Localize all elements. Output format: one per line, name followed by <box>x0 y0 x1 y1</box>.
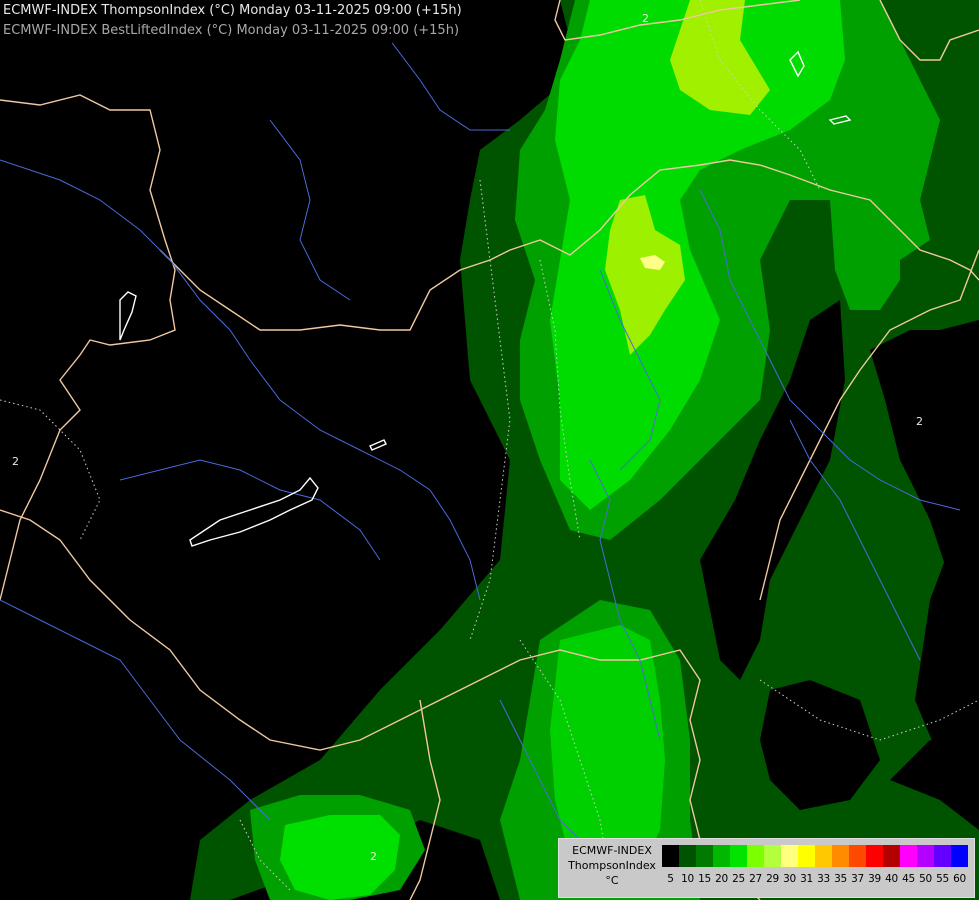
legend-tick: 37 <box>851 873 864 885</box>
legend-tick: 35 <box>834 873 847 885</box>
title-line-2: ECMWF-INDEX BestLiftedIndex (°C) Monday … <box>3 23 460 38</box>
legend-tick: 40 <box>885 873 898 885</box>
contour-label-3: 2 <box>370 850 377 863</box>
legend-swatch <box>747 845 764 867</box>
legend-tick: 60 <box>953 873 966 885</box>
legend-line-1: ECMWF-INDEX <box>572 844 652 857</box>
legend-swatch <box>917 845 934 867</box>
legend-swatch <box>832 845 849 867</box>
legend-swatch <box>696 845 713 867</box>
legend-tick: 29 <box>766 873 779 885</box>
legend-swatch <box>798 845 815 867</box>
weather-map: 2 2 2 2 <box>0 0 979 900</box>
legend-swatch <box>883 845 900 867</box>
legend-swatch <box>866 845 883 867</box>
legend-swatch <box>713 845 730 867</box>
legend-swatch <box>849 845 866 867</box>
legend-swatch <box>951 845 968 867</box>
map-viewer: 2 2 2 2 ECMWF-INDEX ThompsonIndex (°C) M… <box>0 0 979 900</box>
legend-swatches <box>662 845 968 867</box>
legend-tick: 5 <box>667 873 674 885</box>
legend-swatch <box>764 845 781 867</box>
legend-tick: 55 <box>936 873 949 885</box>
legend-ticks: 5 10 15 20 25 27 29 30 31 33 35 37 39 40 45 50 55 60 <box>662 873 968 885</box>
legend-tick: 30 <box>783 873 796 885</box>
legend-swatch <box>781 845 798 867</box>
contour-label-1: 2 <box>642 12 649 25</box>
legend-swatch <box>934 845 951 867</box>
legend-tick: 10 <box>681 873 694 885</box>
contour-label-2: 2 <box>916 415 923 428</box>
legend-line-3: °C <box>605 874 619 887</box>
contour-label-4: 2 <box>12 455 19 468</box>
lake-balaton <box>189 476 319 547</box>
lake-small-1 <box>119 291 137 341</box>
legend-swatch <box>900 845 917 867</box>
legend-swatch <box>662 845 679 867</box>
legend-swatch <box>679 845 696 867</box>
lake-small-2 <box>369 439 387 451</box>
title-line-1: ECMWF-INDEX ThompsonIndex (°C) Monday 03… <box>3 3 462 18</box>
legend-tick: 20 <box>715 873 728 885</box>
legend-tick: 27 <box>749 873 762 885</box>
legend-swatch <box>730 845 747 867</box>
legend-tick: 25 <box>732 873 745 885</box>
legend-tick: 31 <box>800 873 813 885</box>
legend-tick: 33 <box>817 873 830 885</box>
legend-tick: 45 <box>902 873 915 885</box>
legend-tick: 15 <box>698 873 711 885</box>
legend-swatch <box>815 845 832 867</box>
color-legend: ECMWF-INDEX ThompsonIndex °C 5 10 15 20 25 27… <box>558 838 975 898</box>
legend-line-2: ThompsonIndex <box>568 859 656 872</box>
map-title: ECMWF-INDEX ThompsonIndex (°C) Monday 03… <box>0 0 465 43</box>
legend-label: ECMWF-INDEX ThompsonIndex °C <box>563 843 661 888</box>
legend-tick: 39 <box>868 873 881 885</box>
legend-tick: 50 <box>919 873 932 885</box>
